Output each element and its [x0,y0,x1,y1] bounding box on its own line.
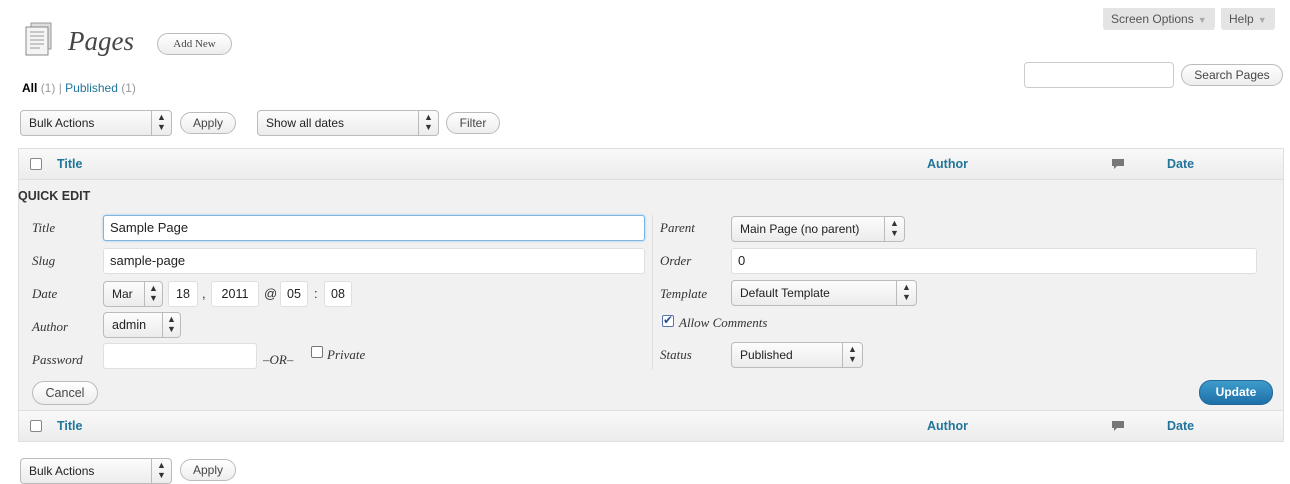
update-button[interactable]: Update [1199,380,1273,405]
select-arrows-icon: ▲ ▼ [418,111,438,135]
column-divider [652,215,653,370]
column-date[interactable]: Date [1167,157,1194,171]
order-label: Order [660,253,692,268]
slug-input[interactable]: sample-page [103,248,645,274]
allow-comments-checkbox[interactable] [662,313,674,327]
table-footer: Title Author Date [18,410,1284,442]
select-arrows-icon: ▲ ▼ [151,459,171,483]
column-date-footer[interactable]: Date [1167,419,1194,433]
date-filter-value: Show all dates [266,116,345,130]
select-arrows-icon: ▲ ▼ [162,313,180,337]
view-separator: | [58,81,62,95]
order-input[interactable]: 0 [731,248,1257,274]
apply-button-bottom[interactable]: Apply [180,459,236,481]
table-header: Title Author Date [18,148,1284,180]
filter-button[interactable]: Filter [446,112,500,134]
slug-label: Slug [32,253,56,268]
hour-input[interactable]: 05 [280,281,308,307]
private-label: Private [327,347,366,362]
date-comma: , [202,286,206,301]
or-separator: –OR– [263,352,294,367]
view-published-link[interactable]: Published [65,81,118,95]
select-arrows-icon: ▲ ▼ [842,343,862,367]
day-input[interactable]: 18 [168,281,198,307]
search-pages-button[interactable]: Search Pages [1181,64,1283,86]
date-label: Date [32,286,58,301]
allow-comments-label: Allow Comments [679,315,768,330]
screen-options-label: Screen Options [1111,12,1194,26]
template-label: Template [660,286,708,301]
comment-bubble-icon[interactable] [1111,420,1125,432]
parent-value: Main Page (no parent) [740,222,860,236]
bulk-actions-select-bottom[interactable]: Bulk Actions ▲ ▼ [20,458,172,484]
select-arrows-icon: ▲ ▼ [896,281,916,305]
template-select[interactable]: Default Template ▲ ▼ [731,280,917,306]
minute-input[interactable]: 08 [324,281,352,307]
template-value: Default Template [740,286,830,300]
password-input[interactable] [103,343,257,369]
date-filter-select[interactable]: Show all dates ▲ ▼ [257,110,439,136]
page-title: Pages [68,26,134,56]
month-value: Mar [112,287,133,301]
apply-button[interactable]: Apply [180,112,236,134]
select-arrows-icon: ▲ ▼ [151,111,171,135]
screen-options-tab[interactable]: Screen Options ▼ [1103,8,1215,30]
author-select[interactable]: admin ▲ ▼ [103,312,181,338]
password-label: Password [32,352,83,367]
bulk-actions-value: Bulk Actions [29,116,95,130]
help-tab[interactable]: Help ▼ [1221,8,1275,30]
column-title[interactable]: Title [57,157,82,171]
author-value: admin [112,318,147,332]
view-all-count: (1) [40,81,56,95]
status-select[interactable]: Published ▲ ▼ [731,342,863,368]
cancel-button[interactable]: Cancel [32,381,98,405]
status-value: Published [740,348,793,362]
select-all-checkbox[interactable] [30,158,42,170]
add-new-button[interactable]: Add New [157,33,232,55]
parent-select[interactable]: Main Page (no parent) ▲ ▼ [731,216,905,242]
private-checkbox[interactable] [311,346,323,358]
view-published-count: (1) [121,81,136,95]
search-input[interactable] [1024,62,1174,88]
bulk-actions-select[interactable]: Bulk Actions ▲ ▼ [20,110,172,136]
select-arrows-icon: ▲ ▼ [884,217,904,241]
date-at: @ [264,286,278,301]
select-all-checkbox-footer[interactable] [30,420,42,432]
year-input[interactable]: 2011 [211,281,259,307]
help-label: Help [1229,12,1254,26]
select-arrows-icon: ▲ ▼ [144,282,162,306]
author-label: Author [32,319,69,334]
comment-bubble-icon[interactable] [1111,158,1125,170]
pages-icon [22,21,58,57]
column-author-footer: Author [927,419,968,433]
month-select[interactable]: Mar ▲ ▼ [103,281,163,307]
view-all-link[interactable]: All [22,81,37,95]
title-input[interactable]: Sample Page [103,215,645,241]
parent-label: Parent [660,220,695,235]
chevron-down-icon: ▼ [1257,15,1267,25]
quick-edit-heading: QUICK EDIT [18,189,91,203]
column-title-footer[interactable]: Title [57,419,82,433]
chevron-down-icon: ▼ [1197,15,1207,25]
title-label: Title [32,220,56,235]
date-colon: : [314,286,318,301]
status-label: Status [660,347,692,362]
column-author: Author [927,157,968,171]
bulk-actions-value-bottom: Bulk Actions [29,464,95,478]
view-filters: All (1) | Published (1) [22,81,136,95]
